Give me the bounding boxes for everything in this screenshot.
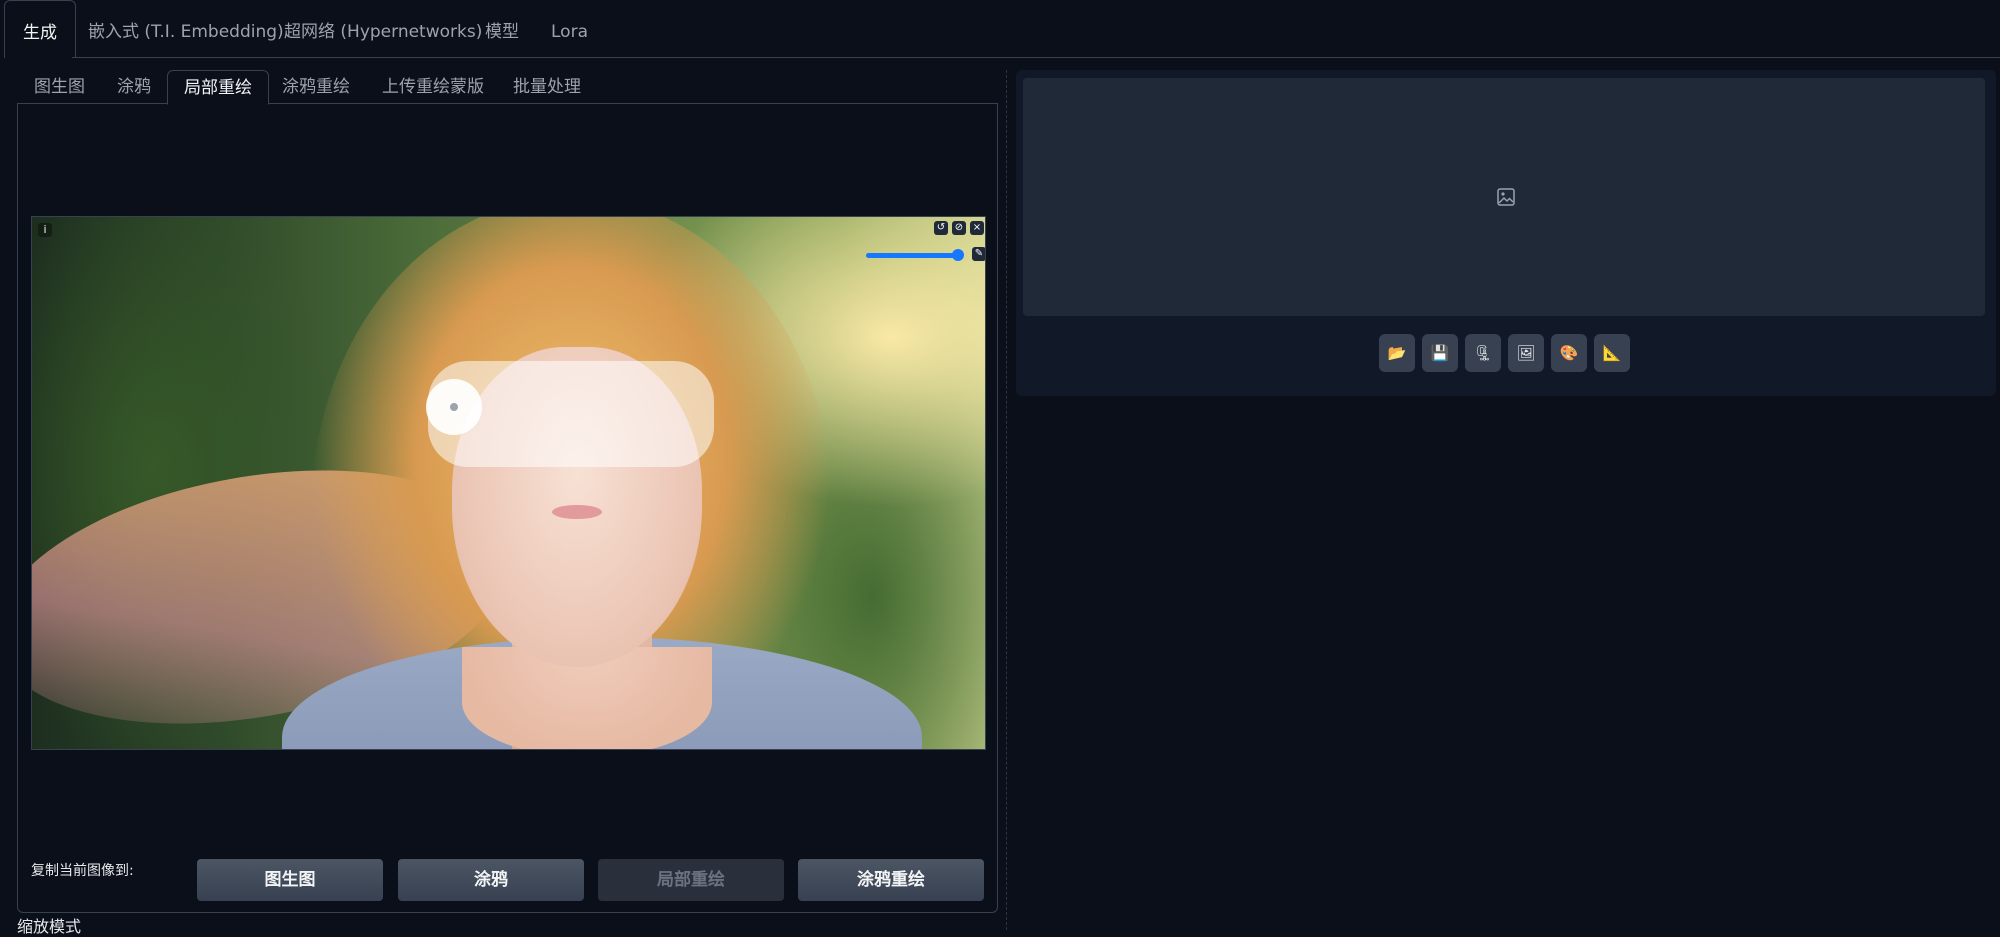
subtab-inpaint-sketch[interactable]: 涂鸦重绘 xyxy=(282,70,350,104)
subtab-inpaint[interactable]: 局部重绘 xyxy=(167,70,269,105)
subtab-inpaint-upload[interactable]: 上传重绘蒙版 xyxy=(382,70,484,104)
resize-mode-label: 缩放模式 xyxy=(17,917,82,936)
panel-resize-divider[interactable] xyxy=(1006,70,1007,930)
brush-size-slider-thumb[interactable] xyxy=(952,249,964,261)
tab-lora[interactable]: Lora xyxy=(551,0,588,58)
tab-generate[interactable]: 生成 xyxy=(4,0,76,58)
info-icon[interactable]: i xyxy=(38,223,52,237)
tab-bar-divider xyxy=(72,57,2000,58)
folder-icon[interactable]: 📂 xyxy=(1379,334,1415,372)
copy-to-sketch-button[interactable]: 涂鸦 xyxy=(398,859,584,901)
tab-ti-embedding[interactable]: 嵌入式 (T.I. Embedding) xyxy=(88,0,284,58)
subtab-img2img[interactable]: 图生图 xyxy=(34,70,85,104)
send-to-inpaint-icon[interactable]: 🎨 xyxy=(1551,334,1587,372)
copy-to-img2img-button[interactable]: 图生图 xyxy=(197,859,383,901)
brush-size-slider[interactable] xyxy=(866,253,958,258)
tab-hypernetworks[interactable]: 超网络 (Hypernetworks) xyxy=(284,0,482,58)
zip-icon[interactable]: 🗜 xyxy=(1465,334,1501,372)
undo-icon[interactable]: ↺ xyxy=(934,221,948,235)
close-icon[interactable]: × xyxy=(970,221,984,235)
send-to-extras-icon[interactable]: 📐 xyxy=(1594,334,1630,372)
send-to-img2img-icon[interactable]: 🖼 xyxy=(1508,334,1544,372)
save-icon[interactable]: 💾 xyxy=(1422,334,1458,372)
image-placeholder-icon xyxy=(1497,188,1515,206)
subtab-sketch[interactable]: 涂鸦 xyxy=(117,70,151,104)
tab-models[interactable]: 模型 xyxy=(485,0,519,58)
brush-cursor xyxy=(426,379,482,435)
copy-image-to-label: 复制当前图像到: xyxy=(31,863,134,879)
main-tab-bar: 生成 嵌入式 (T.I. Embedding) 超网络 (Hypernetwor… xyxy=(0,0,2000,58)
subtab-batch[interactable]: 批量处理 xyxy=(513,70,581,104)
copy-to-inpaint-sketch-button[interactable]: 涂鸦重绘 xyxy=(798,859,984,901)
brush-icon[interactable]: ✎ xyxy=(972,247,985,261)
copy-to-inpaint-button[interactable]: 局部重绘 xyxy=(598,859,784,901)
image-content xyxy=(552,505,602,519)
inpaint-canvas[interactable]: i ↺ ⊘ × ✎ xyxy=(31,216,986,750)
clear-icon[interactable]: ⊘ xyxy=(952,221,966,235)
